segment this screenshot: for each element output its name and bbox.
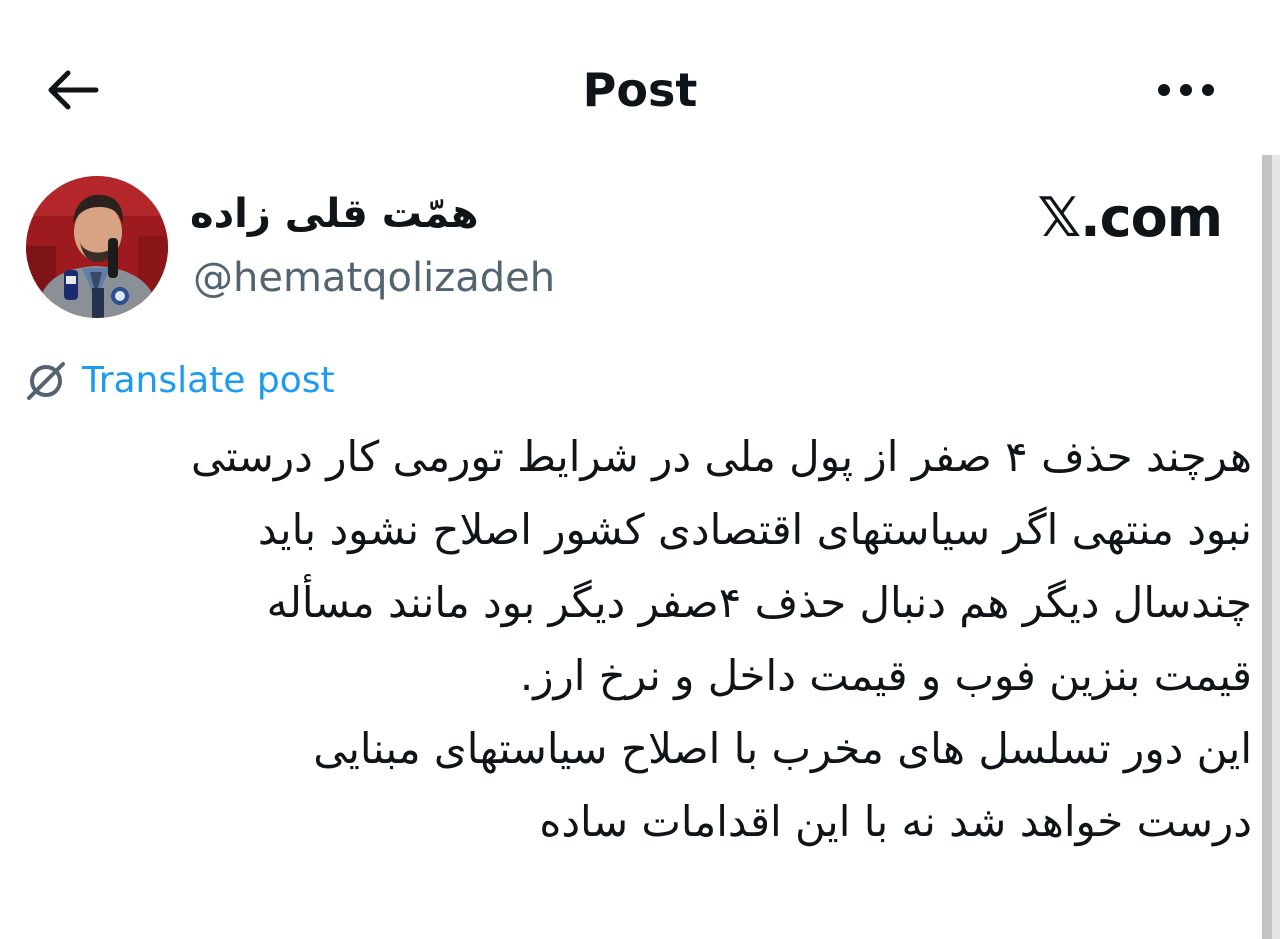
translate-post-link[interactable]: Translate post (24, 356, 335, 406)
page-title: Post (582, 63, 698, 117)
scrollbar-edge (1272, 155, 1280, 939)
more-horizontal-icon (1158, 84, 1214, 96)
avatar[interactable] (26, 176, 168, 318)
translate-post-label: Translate post (82, 360, 335, 401)
post-text-line: هرچند حذف ۴ صفر از پول ملی در شرایط تورم… (190, 432, 1252, 481)
post-text-line: این دور تسلسل های مخرب با اصلاح سیاستهای… (313, 724, 1252, 773)
translate-globe-icon (27, 362, 65, 400)
x-com-watermark: 𝕏.com (1037, 186, 1223, 249)
post-text-line: چندسال دیگر هم دنبال حذف ۴صفر دیگر بود م… (266, 578, 1252, 627)
scrollbar-track (1262, 155, 1272, 939)
post-text-line: نبود منتهی اگر سیاستهای اقتصادی کشور اصل… (257, 505, 1252, 554)
post-page: Post همّت قلی زاده @hematqolizadeh 𝕏.com… (0, 0, 1280, 939)
post-text-line: درست خواهد شد نه با این اقدامات ساده (539, 797, 1252, 846)
post-text-line: قیمت بنزین فوب و قیمت داخل و نرخ ارز. (519, 651, 1252, 700)
author-handle[interactable]: @hematqolizadeh (193, 252, 555, 304)
post-text: هرچند حذف ۴ صفر از پول ملی در شرایط تورم… (40, 420, 1252, 858)
avatar-photo (26, 176, 168, 318)
author-name[interactable]: همّت قلی زاده (190, 188, 479, 240)
more-options-button[interactable] (1150, 72, 1222, 108)
